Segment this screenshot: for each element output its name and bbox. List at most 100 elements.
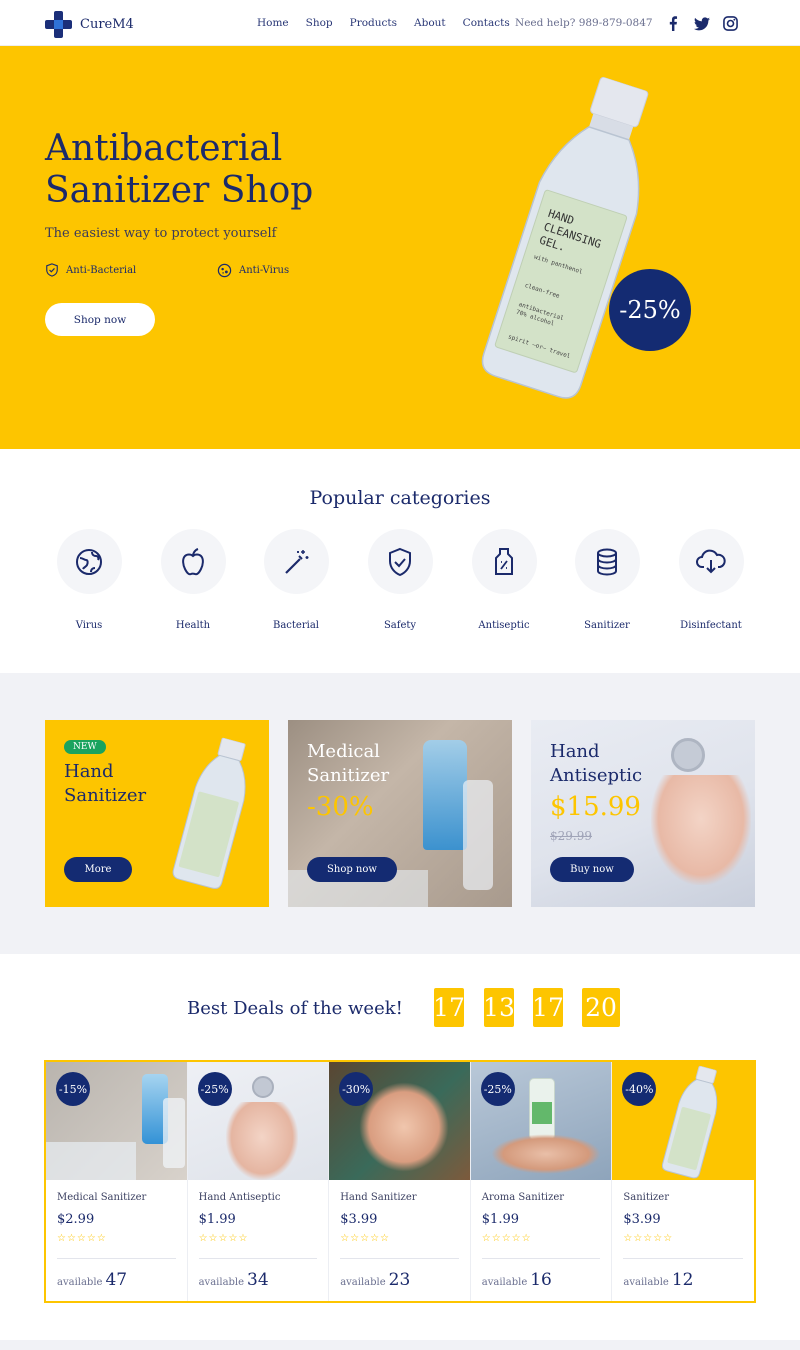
more-button[interactable]: More [64,857,132,882]
virus-icon [76,548,102,575]
promo-title-line1: Hand [550,741,600,762]
product-card-hand-sanitizer[interactable]: -30% Hand Sanitizer $3.99 ☆☆☆☆☆ availabl… [329,1062,471,1301]
discount-badge: -25% [480,1072,515,1106]
promo-title: Medical Sanitizer [307,740,389,788]
available-count: 12 [671,1270,694,1290]
new-badge: NEW [64,740,106,754]
product-name[interactable]: Aroma Sanitizer [482,1192,564,1203]
clear-bottle-image [463,780,493,890]
available-label: available [340,1277,386,1288]
product-name[interactable]: Sanitizer [623,1192,669,1203]
buy-now-button[interactable]: Buy now [550,857,634,882]
timer-seconds: 20 [582,988,620,1027]
product-card-hand-antiseptic[interactable]: -25% Hand Antiseptic $1.99 ☆☆☆☆☆ availab… [187,1062,330,1301]
category-safety[interactable]: Safety [355,529,445,631]
timer-minutes: 17 [532,988,564,1027]
site-header: CureM4 Home Shop Products About Contacts… [0,0,800,46]
available-count: 34 [247,1270,269,1290]
promo-card-hand-sanitizer[interactable]: NEW Hand Sanitizer More [45,720,269,907]
product-price: $3.99 [623,1212,661,1227]
nav-shop[interactable]: Shop [306,17,333,29]
timer-days: 17 [433,988,465,1027]
divider [198,1258,318,1259]
promo-price: $15.99 [550,792,641,822]
feature-anti-bacterial: Anti-Bacterial [45,263,136,277]
feature-label: Anti-Bacterial [66,264,137,276]
available-label: available [481,1277,528,1288]
availability: available 12 [623,1270,693,1290]
deals-title: Best Deals of the week! [187,998,403,1019]
category-virus[interactable]: Virus [44,529,134,631]
instagram-icon[interactable] [722,15,739,32]
feature-label: Anti-Virus [239,265,290,276]
available-count: 47 [105,1270,128,1290]
availability: available 16 [482,1270,552,1290]
category-bacterial[interactable]: Bacterial [251,529,341,631]
nav-products[interactable]: Products [350,17,397,29]
availability: available 34 [199,1270,269,1290]
product-name[interactable]: Hand Antiseptic [199,1192,281,1203]
promo-card-medical-sanitizer[interactable]: Medical Sanitizer -30% Shop now [288,720,512,907]
category-sanitizer[interactable]: Sanitizer [562,529,652,631]
category-label: Disinfectant [680,620,742,631]
virus-icon [217,263,232,278]
nav-about[interactable]: About [414,17,446,29]
magic-wand-icon [285,549,309,574]
feature-anti-virus: Anti-Virus [217,263,289,278]
promo-old-price: $29.99 [550,829,592,843]
available-count: 16 [530,1270,552,1290]
rating-stars: ☆☆☆☆☆ [198,1233,249,1244]
category-disinfectant[interactable]: Disinfectant [666,529,756,631]
rating-stars: ☆☆☆☆☆ [623,1233,674,1244]
product-name[interactable]: Hand Sanitizer [340,1192,416,1203]
availability: available 47 [57,1270,127,1290]
promo-card-hand-antiseptic[interactable]: Hand Antiseptic $15.99 $29.99 Buy now [531,720,755,907]
category-label: Safety [383,620,417,631]
product-card-sanitizer[interactable]: -40% Sanitizer $3.99 ☆☆☆☆☆ available 12 [612,1062,754,1301]
promo-title-line2: Sanitizer [307,765,390,786]
hero-banner: Antibacterial Sanitizer Shop The easiest… [0,46,800,449]
social-links [664,15,739,32]
logo[interactable]: CureM4 [45,11,134,38]
help-phone[interactable]: Need help? 989-879-0847 [515,17,653,29]
available-label: available [198,1277,245,1288]
hero-title-line1: Antibacterial [45,128,283,169]
divider [57,1258,176,1259]
rating-stars: ☆☆☆☆☆ [340,1233,391,1244]
category-label: Sanitizer [584,620,630,631]
shield-icon [46,263,58,277]
product-price: $1.99 [481,1212,519,1227]
shield-check-icon [389,547,411,576]
promo-discount: -30% [307,792,374,822]
divider [481,1258,601,1259]
category-health[interactable]: Health [148,529,238,631]
promo-title-line1: Hand [64,761,114,782]
promo-title-line1: Medical [307,741,380,762]
hands-image [651,775,751,885]
product-card-aroma-sanitizer[interactable]: -25% Aroma Sanitizer $1.99 ☆☆☆☆☆ availab… [470,1062,613,1301]
brand-name: CureM4 [80,17,134,32]
shop-now-button[interactable]: Shop now [45,303,155,336]
product-card-medical-sanitizer[interactable]: -15% Medical Sanitizer $2.99 ☆☆☆☆☆ avail… [46,1062,188,1301]
facebook-icon[interactable] [664,15,681,32]
bottle-image [164,733,264,898]
category-antiseptic[interactable]: Antiseptic [459,529,549,631]
category-label: Health [175,620,211,631]
category-label: Virus [75,620,103,631]
shop-now-button[interactable]: Shop now [307,857,397,882]
available-label: available [57,1277,103,1288]
apple-icon [182,547,204,575]
blue-bottle-image [423,740,467,850]
discount-badge: -25% [609,269,691,351]
promo-title-line2: Sanitizer [64,785,147,806]
categories-title: Popular categories [309,487,491,509]
category-label: Antiseptic [478,620,530,631]
nav-home[interactable]: Home [257,17,289,29]
hero-subtitle: The easiest way to protect yourself [45,226,277,241]
nav-contacts[interactable]: Contacts [463,17,510,29]
product-name[interactable]: Medical Sanitizer [57,1192,146,1203]
product-price: $1.99 [198,1212,236,1227]
twitter-icon[interactable] [693,15,710,32]
bottle-icon [495,547,513,575]
rating-stars: ☆☆☆☆☆ [481,1233,532,1244]
